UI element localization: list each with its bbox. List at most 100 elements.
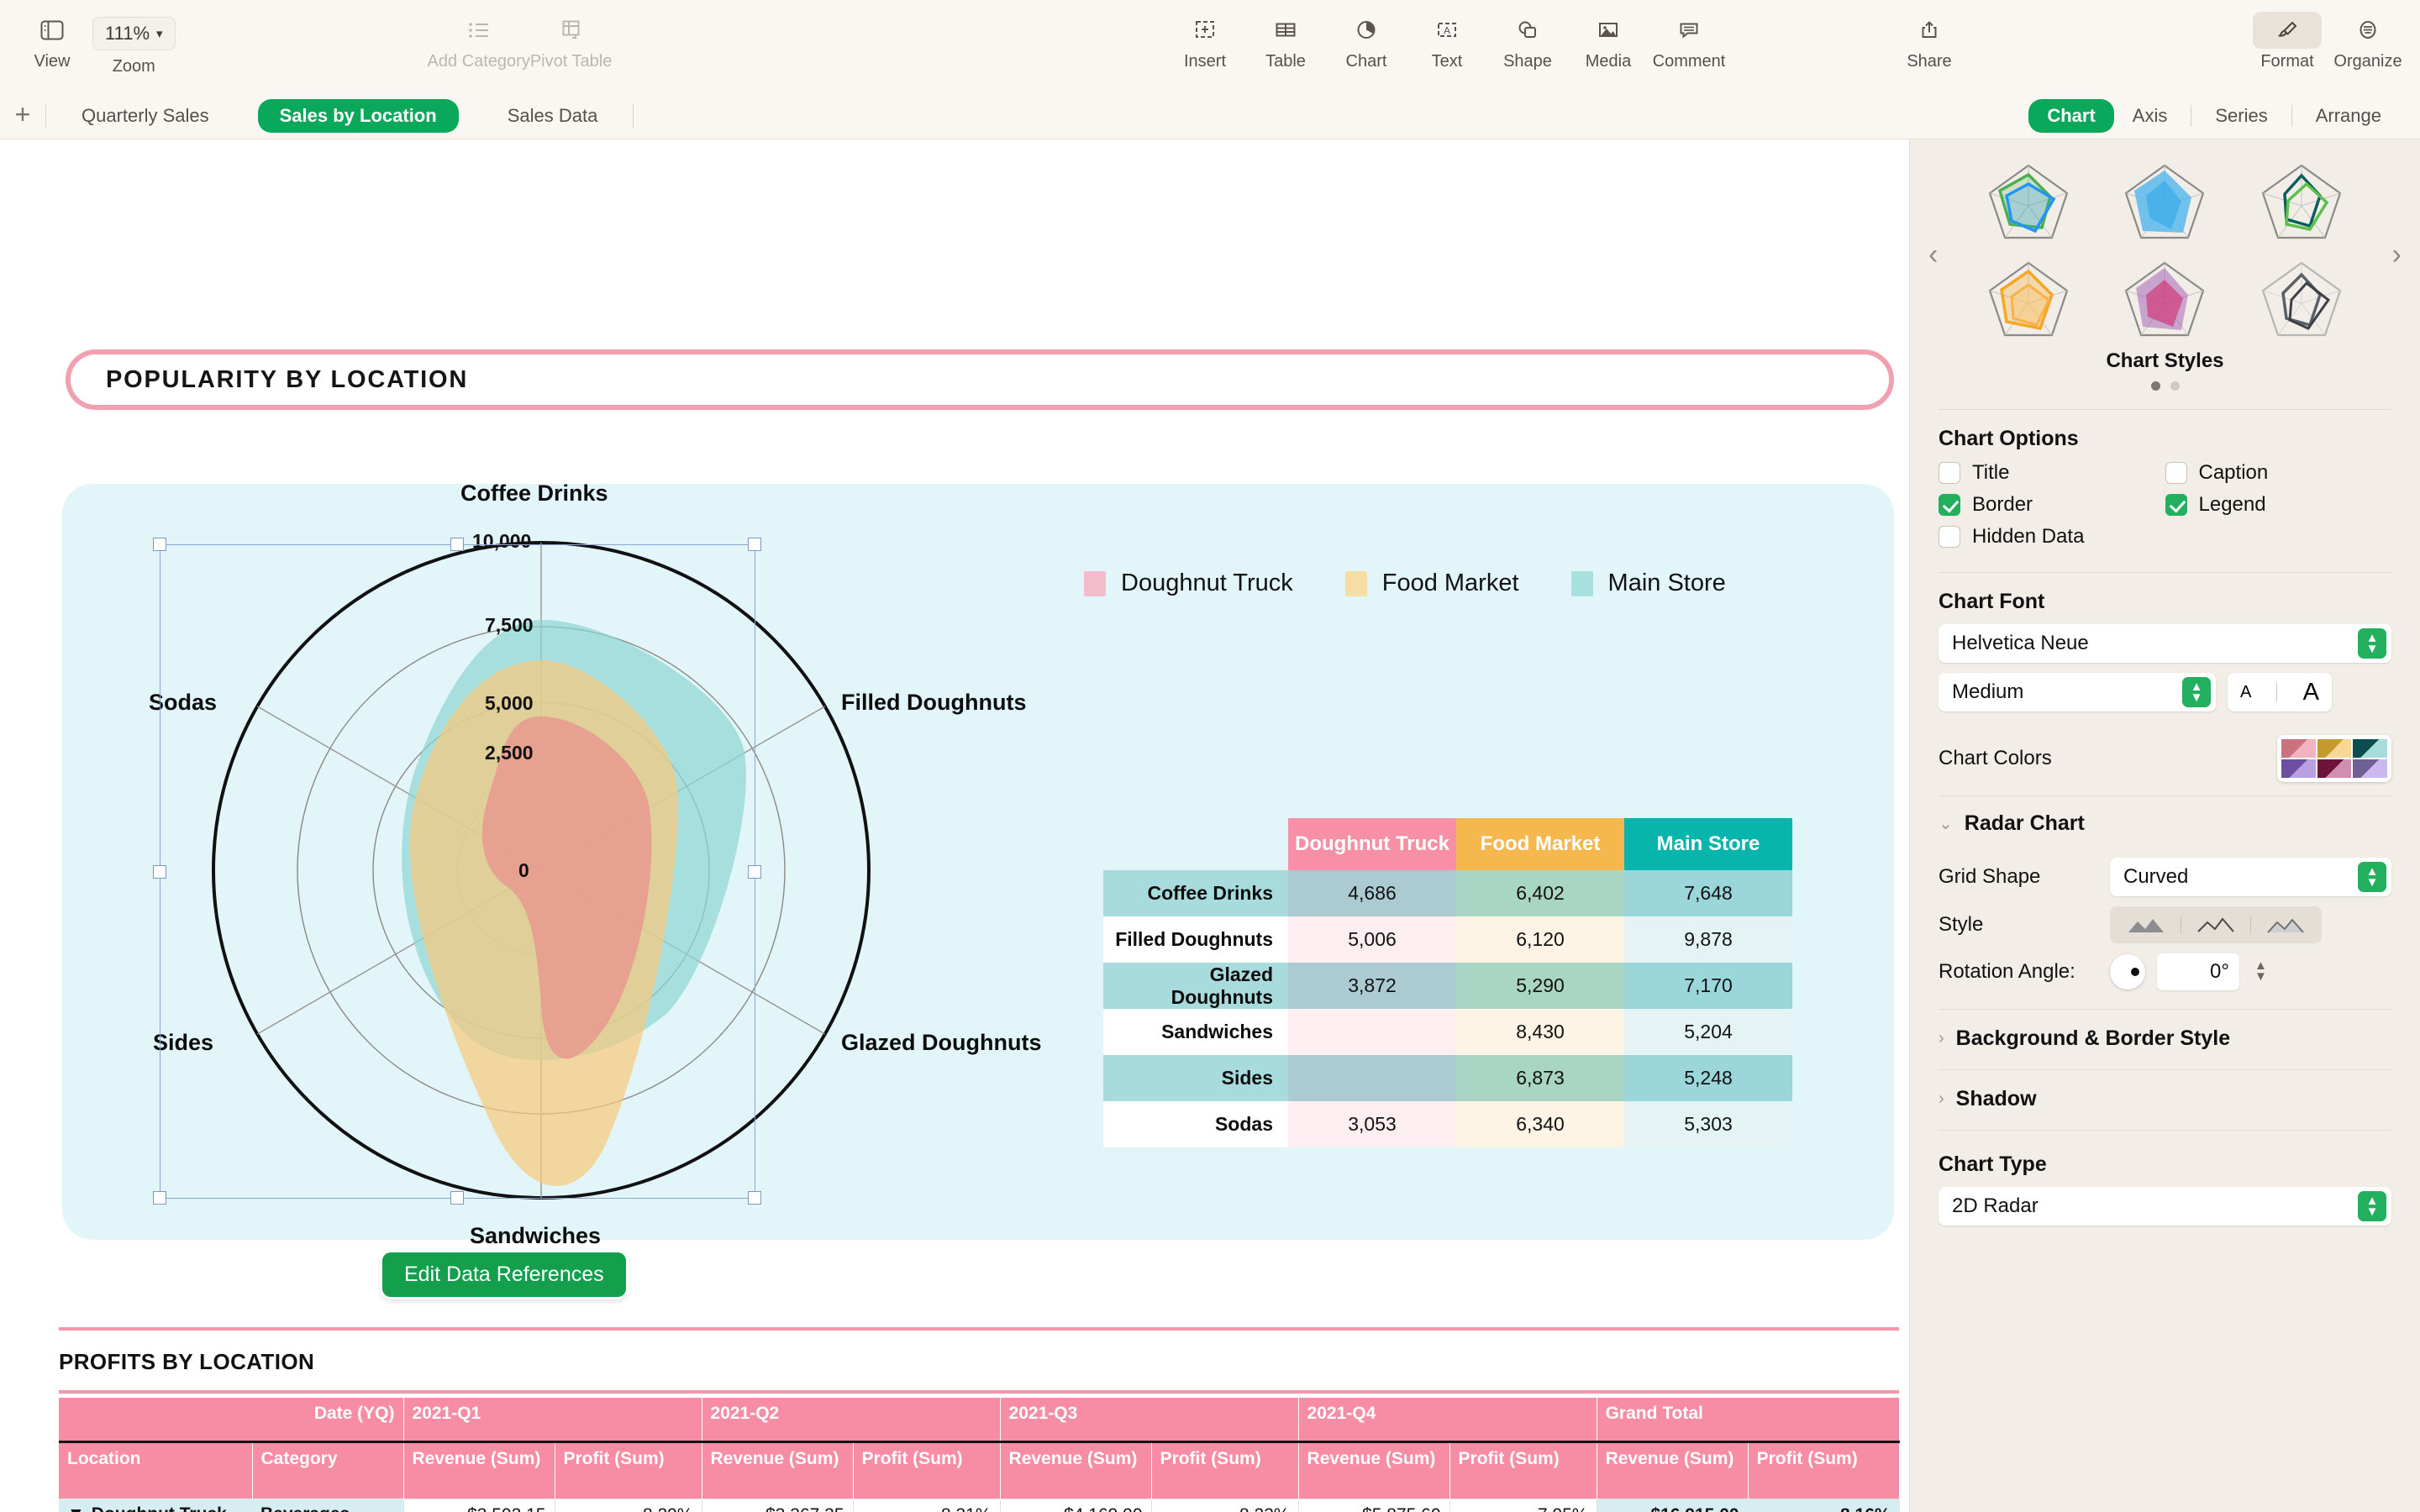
tab-series[interactable]: Series xyxy=(2196,99,2286,133)
cell-sodas-main-store[interactable]: 5,303 xyxy=(1624,1101,1792,1147)
selection-handle-br[interactable] xyxy=(748,1191,761,1205)
row-header-coffee-drinks[interactable]: Coffee Drinks xyxy=(1103,870,1288,916)
checkbox-title[interactable] xyxy=(1939,462,1960,484)
disclosure-triangle-icon[interactable]: ▼ xyxy=(67,1504,85,1512)
chart-button[interactable]: Chart xyxy=(1326,0,1407,71)
row-header-sodas[interactable]: Sodas xyxy=(1103,1101,1288,1147)
chart-style-5[interactable] xyxy=(2100,252,2229,344)
swatch-4[interactable] xyxy=(2281,759,2316,778)
table-row[interactable]: Glazed Doughnuts 3,872 5,290 7,170 xyxy=(1103,963,1792,1009)
sheet-tab-sales-by-location[interactable]: Sales by Location xyxy=(257,98,459,133)
sheet-tab-sales-data[interactable]: Sales Data xyxy=(486,99,620,133)
cell-filled-doughnuts-food-market[interactable]: 6,120 xyxy=(1456,916,1624,963)
zoom-control[interactable]: 111% ▾ Zoom xyxy=(92,0,176,76)
cell-filled-doughnuts-doughnut-truck[interactable]: 5,006 xyxy=(1288,916,1456,963)
selection-handle-bc[interactable] xyxy=(450,1191,464,1205)
font-size-buttons[interactable]: A A xyxy=(2228,673,2332,711)
tab-chart[interactable]: Chart xyxy=(2028,98,2114,133)
selection-handle-tr[interactable] xyxy=(748,538,761,551)
option-legend[interactable]: Legend xyxy=(2165,493,2392,517)
pivot-category-beverages[interactable]: Beverages xyxy=(252,1499,403,1512)
grid-shape-select[interactable]: Curved ▲ ▼ xyxy=(2110,858,2391,896)
cell-sides-doughnut-truck[interactable] xyxy=(1288,1055,1456,1101)
sheet-tab-quarterly-sales[interactable]: Quarterly Sales xyxy=(60,99,231,133)
style-area-icon[interactable] xyxy=(2115,916,2177,934)
add-category-button[interactable]: Add Category xyxy=(428,0,530,71)
shape-button[interactable]: Shape xyxy=(1487,0,1568,71)
rotation-knob[interactable] xyxy=(2110,954,2145,990)
title-banner[interactable]: POPULARITY BY LOCATION xyxy=(66,349,1894,410)
table-row[interactable]: ▼ Doughnut Truck Beverages $3,502.15 8.29… xyxy=(59,1498,1900,1512)
chevron-right-icon[interactable]: › xyxy=(2392,239,2402,271)
legend-item-main-store[interactable]: Main Store xyxy=(1570,570,1726,597)
legend-item-food-market[interactable]: Food Market xyxy=(1344,570,1519,597)
table-row[interactable]: Filled Doughnuts 5,006 6,120 9,878 xyxy=(1103,916,1792,963)
chart-style-6[interactable] xyxy=(2237,252,2366,344)
view-button[interactable]: View xyxy=(12,0,92,71)
pivot-cell-total-profit[interactable]: 8.16% xyxy=(1747,1498,1900,1512)
chart-style-2[interactable] xyxy=(2100,155,2229,247)
style-line-area-icon[interactable] xyxy=(2254,916,2317,934)
text-button[interactable]: A Text xyxy=(1407,0,1487,71)
table-button[interactable]: Table xyxy=(1245,0,1326,71)
cell-sandwiches-food-market[interactable]: 8,430 xyxy=(1456,1009,1624,1055)
row-header-glazed-doughnuts[interactable]: Glazed Doughnuts xyxy=(1103,963,1288,1009)
chevron-left-icon[interactable]: ‹ xyxy=(1928,239,1938,271)
cell-sandwiches-doughnut-truck[interactable] xyxy=(1288,1009,1456,1055)
checkbox-caption[interactable] xyxy=(2165,462,2187,484)
cell-glazed-doughnuts-food-market[interactable]: 5,290 xyxy=(1456,963,1624,1009)
stepper-icon-2[interactable]: ▲ ▼ xyxy=(2182,677,2211,707)
chart-type-select[interactable]: 2D Radar ▲ ▼ xyxy=(1939,1187,2391,1226)
cell-sodas-food-market[interactable]: 6,340 xyxy=(1456,1101,1624,1147)
option-caption[interactable]: Caption xyxy=(2165,461,2392,485)
cell-sides-food-market[interactable]: 6,873 xyxy=(1456,1055,1624,1101)
chart-source-table[interactable]: Doughnut Truck Food Market Main Store Co… xyxy=(1103,818,1792,1147)
pivot-cell-total-revenue[interactable]: $16,915.00 xyxy=(1596,1498,1749,1512)
option-border[interactable]: Border xyxy=(1939,493,2165,517)
pivot-cell-q1-profit[interactable]: 8.29% xyxy=(554,1498,702,1512)
background-border-section-header[interactable]: › Background & Border Style xyxy=(1910,1026,2420,1051)
comment-button[interactable]: Comment xyxy=(1649,0,1729,71)
pivot-cell-q1-revenue[interactable]: $3,502.15 xyxy=(402,1498,555,1512)
edit-data-references-button[interactable]: Edit Data References xyxy=(382,1252,626,1297)
cell-coffee-drinks-doughnut-truck[interactable]: 4,686 xyxy=(1288,870,1456,916)
chevron-right-icon-shadow[interactable]: › xyxy=(1939,1089,1944,1109)
swatch-1[interactable] xyxy=(2281,739,2316,758)
add-sheet-button[interactable]: + xyxy=(0,101,45,131)
radar-chart[interactable]: Coffee Drinks Filled Doughnuts Glazed Do… xyxy=(87,480,1042,1248)
rotation-stepper[interactable]: ▲ ▼ xyxy=(2254,959,2267,982)
tab-arrange[interactable]: Arrange xyxy=(2297,99,2400,133)
option-title[interactable]: Title xyxy=(1939,461,2165,485)
swatch-3[interactable] xyxy=(2353,739,2387,758)
selection-handle-ml[interactable] xyxy=(153,865,166,879)
row-header-sandwiches[interactable]: Sandwiches xyxy=(1103,1009,1288,1055)
cell-glazed-doughnuts-doughnut-truck[interactable]: 3,872 xyxy=(1288,963,1456,1009)
font-weight-select[interactable]: Medium ▲ ▼ xyxy=(1939,673,2216,711)
shadow-section-header[interactable]: › Shadow xyxy=(1910,1087,2420,1111)
format-button[interactable]: Format xyxy=(2247,0,2328,71)
row-header-filled-doughnuts[interactable]: Filled Doughnuts xyxy=(1103,916,1288,963)
cell-coffee-drinks-main-store[interactable]: 7,648 xyxy=(1624,870,1792,916)
chart-style-3[interactable] xyxy=(2237,155,2366,247)
chart-styles-pager[interactable] xyxy=(1910,381,2420,391)
selection-handle-tl[interactable] xyxy=(153,538,166,551)
organize-button[interactable]: Organize xyxy=(2328,0,2408,71)
rotation-angle-input[interactable]: 0° xyxy=(2157,953,2239,990)
table-row[interactable]: Sides 6,873 5,248 xyxy=(1103,1055,1792,1101)
decrease-font-button[interactable]: A xyxy=(2240,683,2251,702)
checkbox-hidden-data[interactable] xyxy=(1939,526,1960,548)
increase-font-button[interactable]: A xyxy=(2303,679,2319,706)
stepper-icon[interactable]: ▲ ▼ xyxy=(2358,628,2386,659)
pivot-cell-q3-revenue[interactable]: $4,169.90 xyxy=(999,1498,1152,1512)
table-row[interactable]: Coffee Drinks 4,686 6,402 7,648 xyxy=(1103,870,1792,916)
share-button[interactable]: Share xyxy=(1889,0,1970,71)
chart-style-4[interactable] xyxy=(1964,252,2093,344)
column-header-doughnut-truck[interactable]: Doughnut Truck xyxy=(1288,818,1456,870)
swatch-2[interactable] xyxy=(2317,739,2352,758)
pivot-cell-q2-revenue[interactable]: $3,367.35 xyxy=(701,1498,854,1512)
media-button[interactable]: Media xyxy=(1568,0,1649,71)
pivot-cell-q3-profit[interactable]: 8.23% xyxy=(1150,1498,1299,1512)
stepper-icon-3[interactable]: ▲ ▼ xyxy=(2358,862,2386,892)
pivot-table-button[interactable]: Pivot Table xyxy=(530,0,612,71)
chart-style-1[interactable] xyxy=(1964,155,2093,247)
